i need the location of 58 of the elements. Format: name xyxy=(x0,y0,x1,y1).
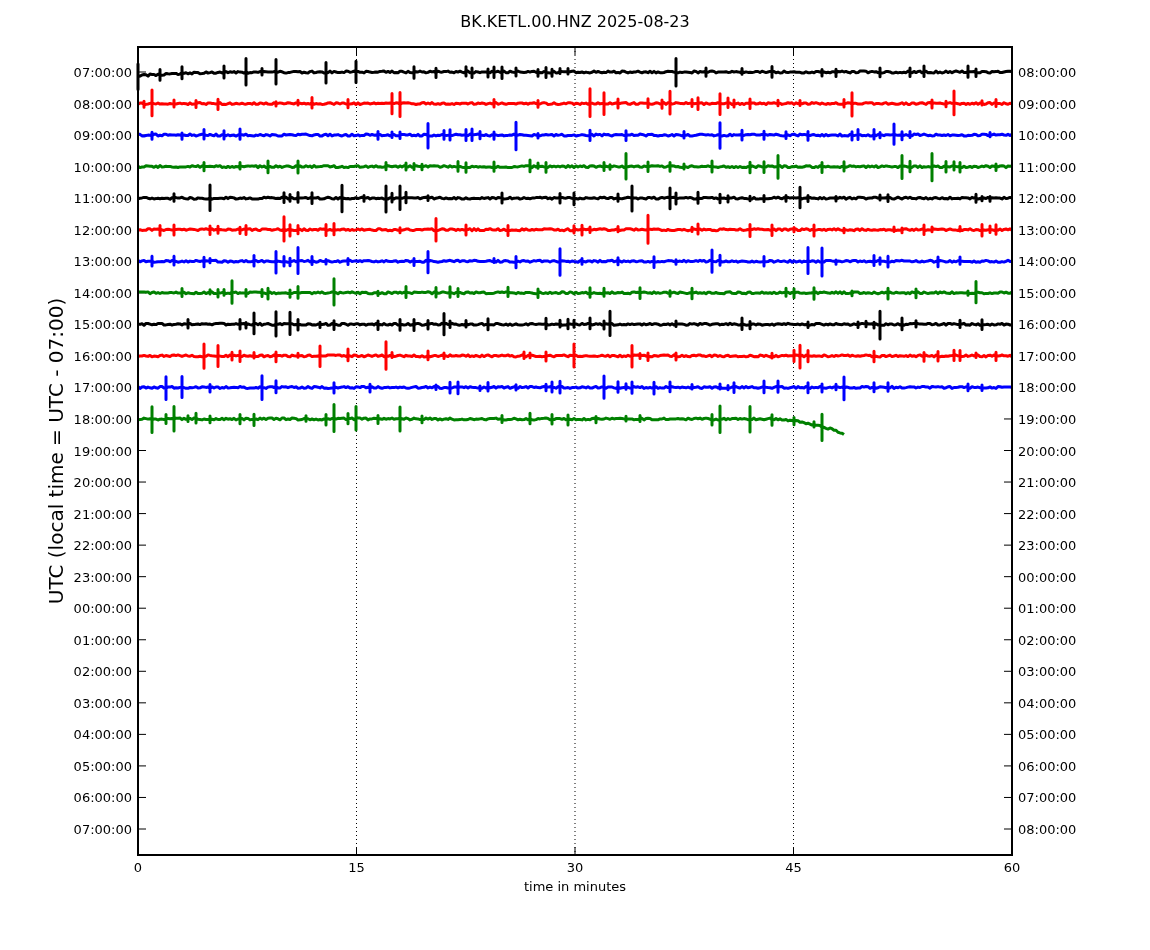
time-label: 10:00:00 xyxy=(1018,128,1077,144)
axis-tick-label: 60 xyxy=(1003,860,1021,875)
time-label: 06:00:00 xyxy=(73,790,132,806)
time-label: 17:00:00 xyxy=(1018,348,1077,364)
time-label: 08:00:00 xyxy=(1018,822,1077,837)
time-label: 06:00:00 xyxy=(1018,758,1077,774)
time-label: 04:00:00 xyxy=(1018,695,1077,711)
time-label: 05:00:00 xyxy=(1018,727,1077,743)
time-label: 07:00:00 xyxy=(73,822,132,837)
time-label: 18:00:00 xyxy=(73,411,132,427)
time-label: 03:00:00 xyxy=(1018,664,1077,680)
time-label: 07:00:00 xyxy=(73,65,132,80)
time-label: 21:00:00 xyxy=(73,506,132,522)
time-label: 09:00:00 xyxy=(73,128,132,144)
time-label: 19:00:00 xyxy=(1018,411,1077,427)
time-label: 11:00:00 xyxy=(73,191,132,207)
axis-tick-label: 0 xyxy=(133,860,143,875)
time-label: 05:00:00 xyxy=(73,758,132,774)
time-label: 08:00:00 xyxy=(1018,65,1077,80)
time-label: 20:00:00 xyxy=(1018,443,1077,459)
x-axis-label: time in minutes xyxy=(523,879,627,894)
time-label: 02:00:00 xyxy=(1018,632,1077,648)
time-label: 13:00:00 xyxy=(1018,222,1077,238)
time-label: 07:00:00 xyxy=(1018,790,1077,806)
axis-tick-label: 45 xyxy=(785,860,802,875)
time-label: 23:00:00 xyxy=(1018,538,1077,554)
time-label: 16:00:00 xyxy=(73,348,132,364)
time-label: 14:00:00 xyxy=(1018,254,1077,270)
time-label: 11:00:00 xyxy=(1018,159,1077,175)
time-label: 14:00:00 xyxy=(73,285,132,301)
time-label: 01:00:00 xyxy=(1018,601,1077,617)
time-label: 12:00:00 xyxy=(1018,191,1077,207)
time-label: 13:00:00 xyxy=(73,254,132,270)
time-label: 10:00:00 xyxy=(73,159,132,175)
time-label: 16:00:00 xyxy=(1018,317,1077,333)
axis-tick-label: 30 xyxy=(566,860,584,875)
time-label: 01:00:00 xyxy=(73,632,132,648)
time-label: 20:00:00 xyxy=(73,475,132,491)
time-label: 09:00:00 xyxy=(1018,96,1077,112)
axis-tick-label: 15 xyxy=(348,860,365,875)
time-label: 19:00:00 xyxy=(73,443,132,459)
time-label: 21:00:00 xyxy=(1018,475,1077,491)
time-label: 00:00:00 xyxy=(73,601,132,617)
time-label: 15:00:00 xyxy=(73,317,132,333)
time-label: 00:00:00 xyxy=(1018,569,1077,585)
time-label: 02:00:00 xyxy=(73,664,132,680)
y-axis-label: UTC (local time = UTC - 07:00) xyxy=(44,297,68,605)
time-label: 03:00:00 xyxy=(73,695,132,711)
time-label: 12:00:00 xyxy=(73,222,132,238)
time-label: 22:00:00 xyxy=(1018,506,1077,522)
time-label: 08:00:00 xyxy=(73,96,132,112)
time-label: 04:00:00 xyxy=(73,727,132,743)
time-label: 15:00:00 xyxy=(1018,285,1077,301)
time-label: 23:00:00 xyxy=(73,569,132,585)
plot-title: BK.KETL.00.HNZ 2025-08-23 xyxy=(460,12,690,31)
time-label: 17:00:00 xyxy=(73,380,132,396)
time-label: 22:00:00 xyxy=(73,538,132,554)
time-label: 18:00:00 xyxy=(1018,380,1077,396)
